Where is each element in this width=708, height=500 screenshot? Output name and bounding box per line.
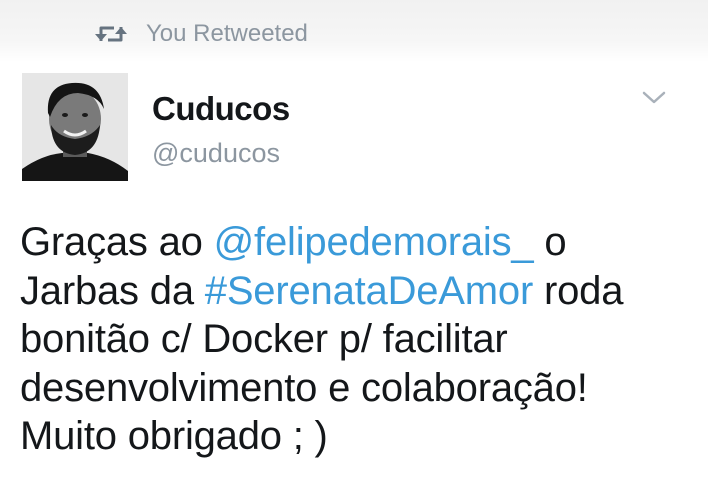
retweet-banner: You Retweeted <box>94 18 308 50</box>
avatar[interactable] <box>22 73 128 181</box>
hashtag-link[interactable]: #SerenataDeAmor <box>205 269 533 313</box>
author-handle[interactable]: @cuducos <box>152 138 280 169</box>
author-display-name[interactable]: Cuducos <box>152 90 290 128</box>
chevron-down-icon[interactable] <box>641 90 667 106</box>
profile-photo <box>22 73 128 181</box>
retweet-label: You Retweeted <box>146 20 308 47</box>
retweet-icon <box>95 26 127 42</box>
tweet-text: Graças ao @felipedemorais_ o Jarbas da #… <box>20 218 690 461</box>
tweet-card[interactable]: You Retweeted Cuducos @cuducos Graças ao… <box>0 0 708 500</box>
mention-link[interactable]: @felipedemorais_ <box>214 220 534 264</box>
tweet-text-part: Graças ao <box>20 220 214 264</box>
